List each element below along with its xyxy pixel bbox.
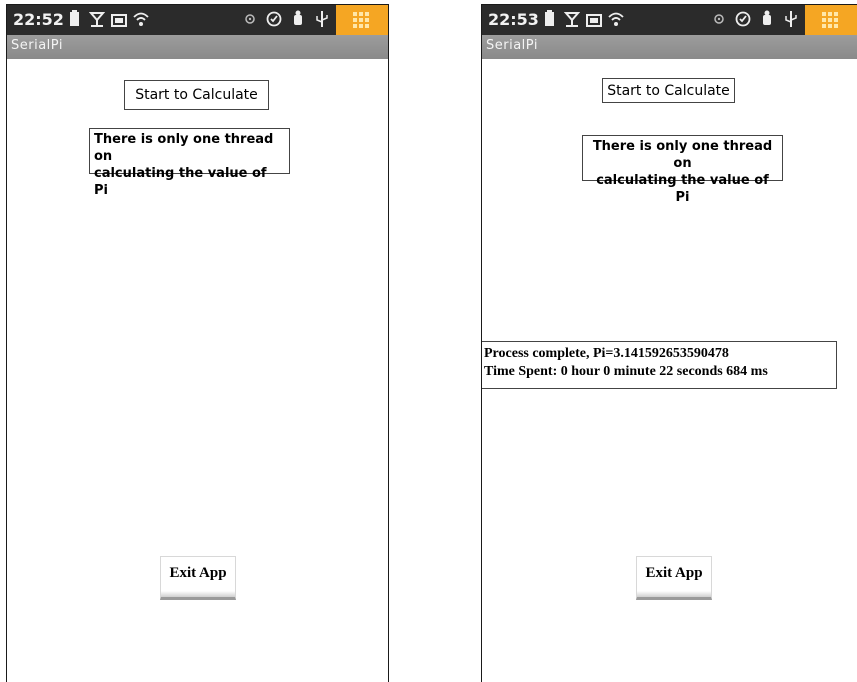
- usb-icon: [785, 11, 797, 27]
- wifi-icon: [608, 12, 624, 26]
- result-time-spent: Time Spent: 0 hour 0 minute 22 seconds 6…: [484, 364, 768, 379]
- result-pi-value: Process complete, Pi=3.141592653590478: [484, 346, 729, 361]
- battery-icon: [70, 10, 79, 26]
- app-title-bar: SerialPi: [482, 35, 857, 59]
- usb-icon: [316, 11, 328, 27]
- hd-icon: [111, 14, 127, 27]
- phone-screen-right: 22:53 SerialPi Start to Calculate There …: [481, 4, 857, 682]
- android-icon: [763, 10, 771, 25]
- exit-app-label: Exit App: [169, 565, 227, 581]
- alarm-icon: [714, 14, 724, 24]
- thread-info-box: There is only one thread on calculating …: [582, 135, 783, 205]
- start-calculate-label: Start to Calculate: [607, 82, 730, 99]
- shield-icon: [735, 11, 751, 27]
- wifi-icon: [133, 12, 149, 26]
- app-grid-button[interactable]: [336, 5, 388, 35]
- status-time: 22:52: [13, 10, 64, 29]
- start-calculate-button[interactable]: Start to Calculate: [602, 78, 735, 103]
- android-icon: [294, 10, 302, 25]
- start-calculate-label: Start to Calculate: [135, 87, 258, 103]
- thread-info-line1: There is only one thread on: [94, 132, 274, 164]
- signal-icon: [89, 12, 105, 27]
- exit-app-label: Exit App: [645, 565, 703, 581]
- signal-icon: [564, 12, 580, 27]
- thread-info-box: There is only one thread on calculating …: [89, 128, 290, 198]
- alarm-icon: [245, 14, 255, 24]
- app-title: SerialPi: [11, 38, 63, 53]
- result-box: Process complete, Pi=3.141592653590478 T…: [482, 341, 837, 389]
- app-grid-icon: [822, 12, 840, 28]
- status-bar: 22:53: [482, 5, 857, 35]
- start-calculate-button[interactable]: Start to Calculate: [124, 80, 269, 110]
- app-title: SerialPi: [486, 38, 538, 53]
- hd-icon: [586, 14, 602, 27]
- app-title-bar: SerialPi: [7, 35, 388, 59]
- thread-info-line1: There is only one thread on: [592, 139, 773, 171]
- thread-info-line2: calculating the value of Pi: [596, 173, 769, 205]
- battery-icon: [545, 10, 554, 26]
- status-time: 22:53: [488, 10, 539, 29]
- exit-app-button[interactable]: Exit App: [636, 556, 712, 600]
- app-grid-button[interactable]: [805, 5, 857, 35]
- exit-app-button[interactable]: Exit App: [160, 556, 236, 600]
- shield-icon: [266, 11, 282, 27]
- thread-info-line2: calculating the value of Pi: [94, 166, 267, 198]
- status-bar: 22:52: [7, 5, 388, 35]
- phone-screen-left: 22:52 SerialPi Start to Calculate There …: [6, 4, 389, 682]
- app-grid-icon: [353, 12, 371, 28]
